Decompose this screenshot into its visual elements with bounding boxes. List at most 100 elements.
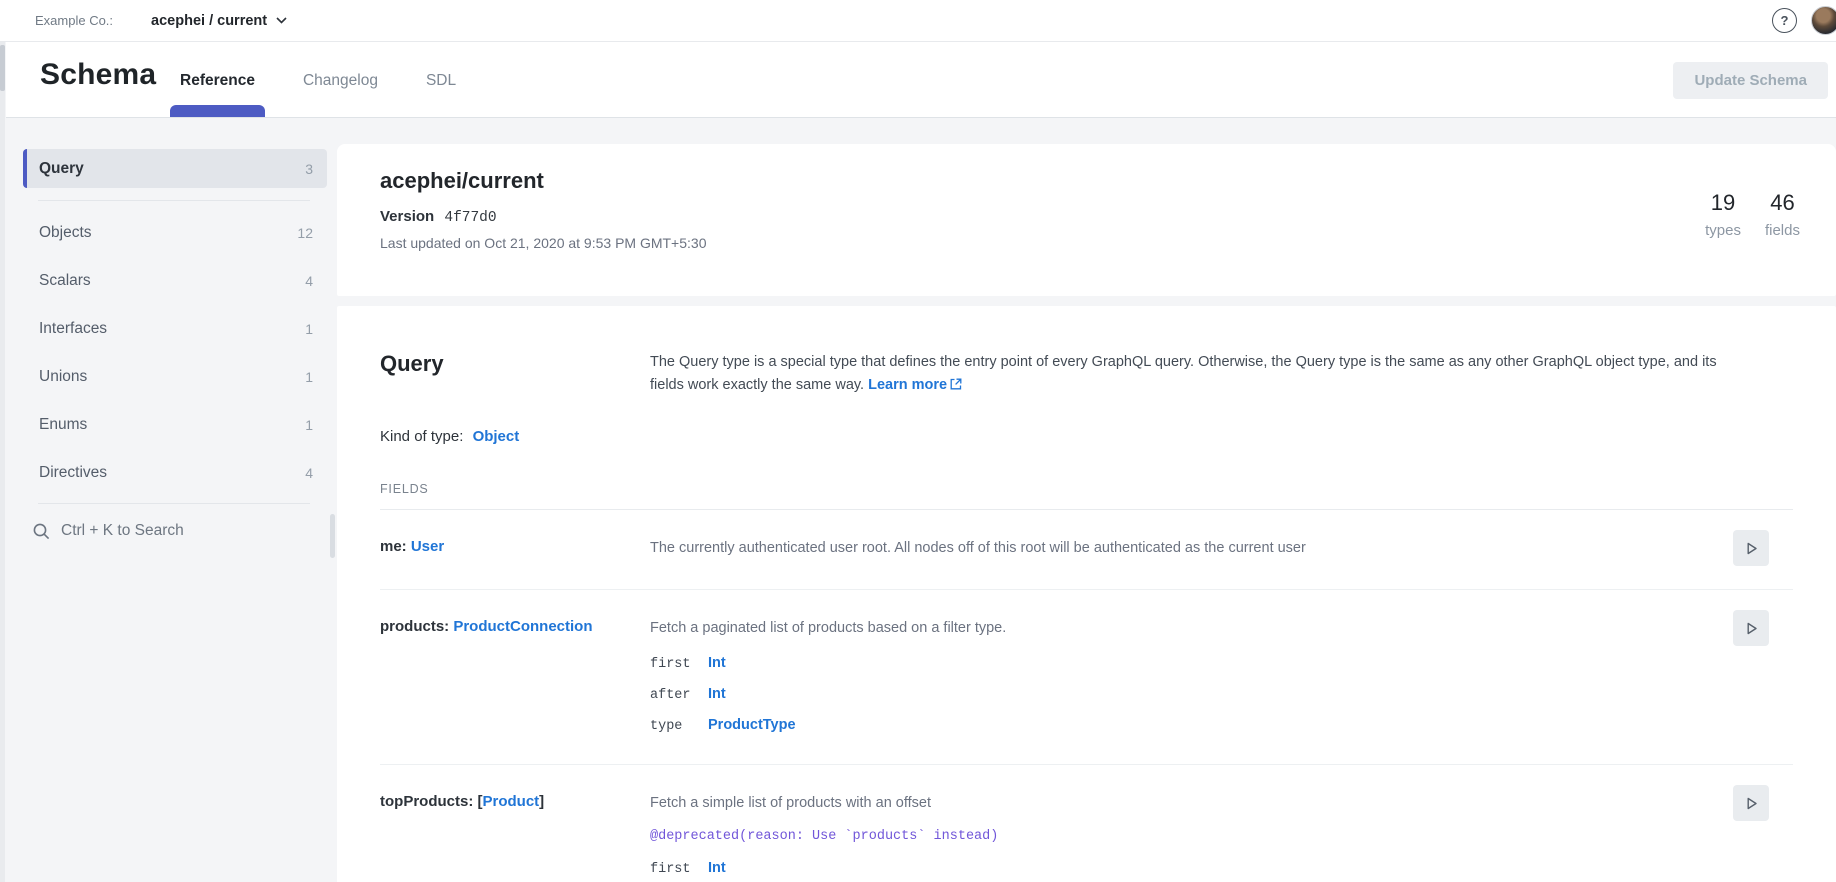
avatar[interactable] (1811, 6, 1836, 35)
tab-sdl[interactable]: SDL (420, 72, 462, 117)
page-scrollbar-thumb[interactable] (0, 45, 5, 91)
deprecated-notice: @deprecated(reason: Use `products` inste… (650, 829, 1633, 844)
kind-label: Kind of type: (380, 428, 463, 445)
field-name-col: topProducts: [Product] (380, 793, 650, 877)
field-name-col: me: User (380, 538, 650, 559)
arg-row-first: firstInt (650, 655, 1633, 672)
topbar: Example Co.: acephei / current ? (0, 0, 1836, 42)
sidebar-item-count: 1 (305, 321, 313, 337)
sidebar-item-enums[interactable]: Enums 1 (23, 401, 327, 449)
last-updated: Last updated on Oct 21, 2020 at 9:53 PM … (380, 235, 1836, 251)
field-description: Fetch a simple list of products with an … (650, 793, 1633, 814)
arg-row-after: afterInt (650, 686, 1633, 703)
sidebar-item-count: 1 (305, 369, 313, 385)
arg-row-first: firstInt (650, 860, 1633, 877)
arg-name: first (650, 862, 708, 877)
stat-types: 19types (1705, 190, 1741, 239)
sidebar-divider (38, 200, 310, 201)
content-area: Query3 Objects12Scalars4Interfaces1Union… (6, 118, 1836, 882)
play-icon (1744, 796, 1759, 811)
field-row-me: me: UserThe currently authenticated user… (380, 510, 1793, 590)
arg-row-type: typeProductType (650, 717, 1633, 734)
search-icon (33, 523, 50, 540)
version-value: 4f77d0 (444, 210, 496, 226)
stat-label: fields (1765, 222, 1800, 239)
update-schema-button[interactable]: Update Schema (1673, 62, 1828, 99)
type-reference-card: Query The Query type is a special type t… (337, 306, 1836, 882)
sidebar-item-label: Directives (39, 464, 107, 482)
learn-more-link[interactable]: Learn more (868, 377, 962, 393)
arg-type-link[interactable]: Int (708, 860, 726, 876)
run-field-query-button[interactable] (1733, 610, 1769, 646)
type-title: Query (380, 351, 650, 377)
arg-name: type (650, 719, 708, 734)
type-description-text: The Query type is a special type that de… (650, 354, 1717, 393)
kind-value-link[interactable]: Object (473, 428, 520, 445)
field-main-col: Fetch a paginated list of products based… (650, 618, 1633, 734)
tab-reference[interactable]: Reference (174, 72, 261, 117)
sidebar-item-objects[interactable]: Objects 12 (23, 209, 327, 257)
sidebar-item-label: Objects (39, 224, 92, 242)
active-tab-underline (170, 105, 265, 117)
field-row-topProducts: topProducts: [Product]Fetch a simple lis… (380, 765, 1793, 882)
version-line: Version 4f77d0 (380, 208, 1836, 226)
graph-selector[interactable]: acephei / current (151, 13, 287, 29)
question-mark-icon: ? (1781, 14, 1789, 27)
sidebar-item-interfaces[interactable]: Interfaces 1 (23, 305, 327, 353)
arg-type-link[interactable]: Int (708, 655, 726, 671)
tab-changelog[interactable]: Changelog (297, 72, 384, 117)
sidebar-scrollbar-thumb[interactable] (330, 514, 335, 558)
org-label: Example Co.: (35, 13, 113, 28)
run-field-query-button[interactable] (1733, 530, 1769, 566)
field-type-link[interactable]: User (411, 538, 444, 555)
tab-label: Changelog (303, 72, 378, 89)
field-signature: me: User (380, 538, 650, 555)
schema-overview-card: acephei/current Version 4f77d0 Last upda… (337, 144, 1836, 296)
sidebar-item-unions[interactable]: Unions 1 (23, 353, 327, 401)
sidebar-item-label: Enums (39, 416, 87, 434)
run-field-query-button[interactable] (1733, 785, 1769, 821)
field-args: firstIntafterInttypeProductType (650, 655, 1633, 734)
field-row-products: products: ProductConnectionFetch a pagin… (380, 590, 1793, 765)
sidebar-item-query[interactable]: Query 3 (23, 149, 327, 188)
field-signature: products: ProductConnection (380, 618, 650, 635)
sidebar-item-scalars[interactable]: Scalars4 (23, 257, 327, 305)
stat-label: types (1705, 222, 1741, 239)
sidebar-item-label: Unions (39, 368, 87, 386)
sidebar-item-count: 12 (297, 225, 313, 241)
type-bracket-close: ] (539, 793, 544, 810)
field-description: The currently authenticated user root. A… (650, 538, 1633, 559)
tab-label: SDL (426, 72, 456, 89)
field-main-col: The currently authenticated user root. A… (650, 538, 1633, 559)
field-main-col: Fetch a simple list of products with an … (650, 793, 1633, 877)
play-icon (1744, 621, 1759, 636)
sidebar-divider (38, 503, 310, 504)
sidebar-item-count: 1 (305, 417, 313, 433)
external-link-icon (950, 378, 962, 390)
version-label: Version (380, 208, 434, 225)
field-name: topProducts: (380, 793, 478, 810)
arg-name: first (650, 657, 708, 672)
sidebar-item-count: 3 (305, 161, 313, 177)
field-type-link[interactable]: Product (483, 793, 540, 810)
schema-stats: 19types46fields (1705, 190, 1800, 239)
tab-label: Reference (180, 72, 255, 89)
field-name: products: (380, 618, 453, 635)
sidebar-item-label: Interfaces (39, 320, 107, 338)
chevron-down-icon (276, 17, 287, 24)
field-args: firstInt (650, 860, 1633, 877)
field-description: Fetch a paginated list of products based… (650, 618, 1633, 639)
sidebar-item-count: 4 (305, 465, 313, 481)
help-button[interactable]: ? (1772, 8, 1797, 33)
sidebar-item-label: Query (39, 160, 84, 178)
arg-type-link[interactable]: Int (708, 686, 726, 702)
tabs: Reference Changelog SDL (174, 72, 462, 117)
field-type-link[interactable]: ProductConnection (453, 618, 592, 635)
sidebar-search[interactable]: Ctrl + K to Search (33, 522, 184, 540)
arg-type-link[interactable]: ProductType (708, 717, 796, 733)
field-name: me: (380, 538, 411, 555)
sidebar-item-directives[interactable]: Directives 4 (23, 449, 327, 497)
graph-title: acephei/current (380, 168, 1836, 194)
page-scrollbar[interactable] (0, 42, 5, 882)
type-description: The Query type is a special type that de… (650, 351, 1754, 397)
